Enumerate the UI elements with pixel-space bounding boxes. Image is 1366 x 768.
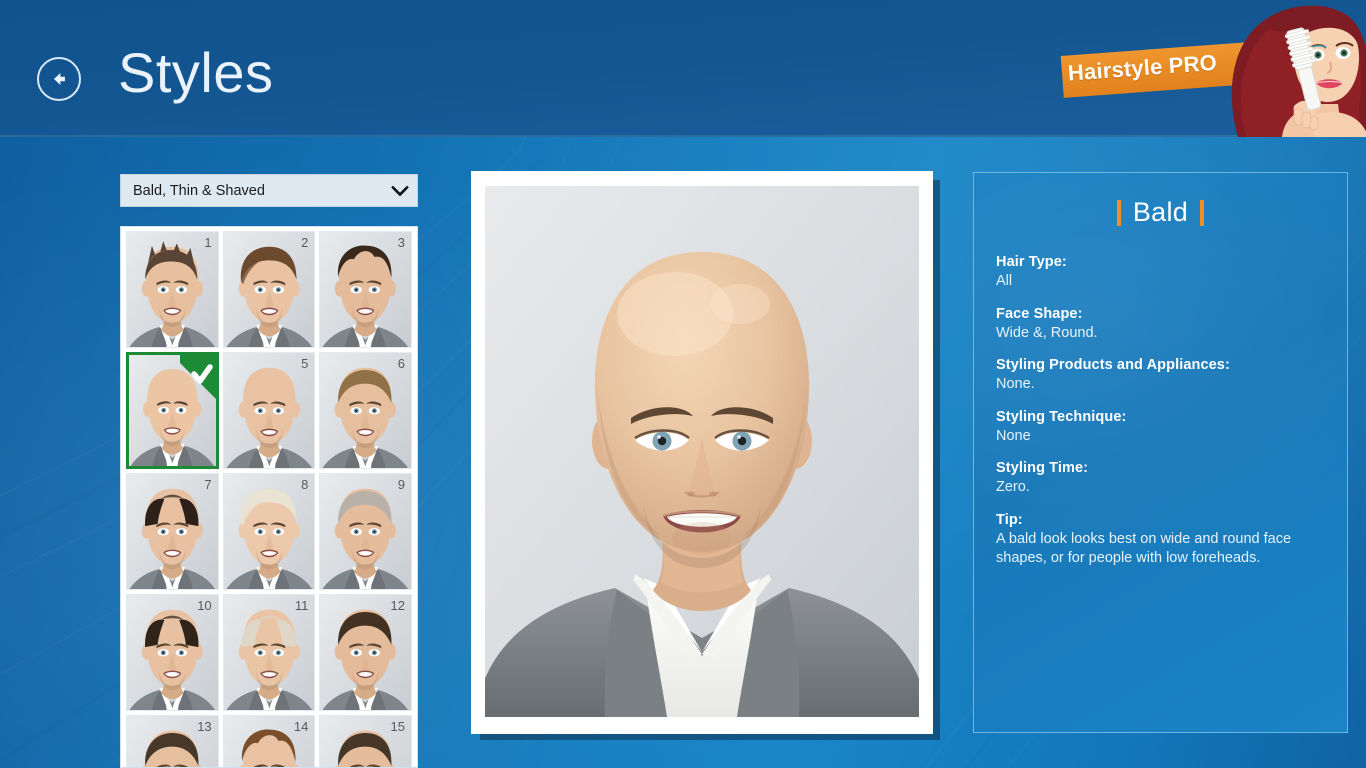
style-thumbnail-12[interactable]: 12 (319, 594, 412, 711)
info-row-value: Zero. (996, 479, 1030, 496)
info-row-label: Hair Type: (996, 254, 1067, 270)
thumbnail-number: 15 (390, 719, 405, 734)
thumbnail-number: 6 (397, 356, 405, 371)
style-thumbnail-15[interactable]: 15 (319, 715, 412, 767)
thumbnail-number: 11 (294, 598, 309, 613)
back-arrow-icon (53, 73, 65, 85)
title-bar-left-icon (1116, 199, 1121, 226)
preview-photo-frame[interactable] (471, 171, 933, 734)
style-thumbnail-11[interactable]: 11 (222, 594, 316, 711)
thumbnail-number: 13 (197, 719, 212, 734)
info-row: Tip: A bald look looks best on wide and r… (996, 512, 1325, 569)
thumbnail-number: 12 (390, 598, 405, 613)
info-row-label: Face Shape: (996, 305, 1083, 322)
info-row: Styling Time: Zero. (996, 460, 1325, 498)
style-thumbnail-13[interactable]: 13 (126, 715, 219, 767)
back-button[interactable] (37, 57, 81, 101)
thumbnail-number: 9 (397, 477, 405, 492)
style-info-panel: Bald Hair Type: All Face Shape: Wide &, Rou… (973, 172, 1348, 733)
info-row: Face Shape: Wide &, Round. (996, 306, 1325, 344)
info-row-value: All (996, 273, 1013, 289)
thumbnail-number: 2 (301, 235, 309, 250)
info-row-value: Wide &, Round. (996, 324, 1098, 341)
thumbnail-number: 1 (204, 235, 212, 250)
app-header: Styles Hairstyle PRO (0, 0, 1366, 137)
style-thumbnail-3[interactable]: 3 (319, 231, 412, 348)
style-thumbnail-7[interactable]: 7 (126, 473, 219, 590)
thumbnail-number: 14 (293, 719, 309, 734)
info-row-value: None. (996, 376, 1035, 393)
thumbnail-number: 5 (301, 356, 309, 371)
info-row-value: None (996, 427, 1031, 444)
style-info-title: Bald (996, 197, 1325, 228)
style-thumbnail-4[interactable]: 4 (126, 352, 219, 469)
thumbnail-number: 8 (301, 477, 309, 492)
info-row-label: Styling Time: (996, 460, 1089, 477)
style-info-rows: Hair Type: All Face Shape: Wide &, Round. St… (996, 254, 1325, 569)
info-row: Styling Products and Appliances: None. (996, 357, 1325, 395)
style-thumbnail-10[interactable]: 10 (126, 594, 219, 711)
style-thumbnail-grid: 123456789101112131415 (126, 231, 412, 767)
page-title: Styles (118, 41, 274, 104)
style-thumbnail-5[interactable]: 5 (222, 352, 316, 469)
category-dropdown-label: Bald, Thin & Shaved (133, 182, 265, 199)
style-info-title-text: Bald (1132, 197, 1189, 227)
title-bar-right-icon (1200, 199, 1205, 226)
style-thumbnail-panel[interactable]: 123456789101112131415 (120, 226, 418, 768)
thumbnail-number: 3 (397, 235, 405, 250)
category-dropdown[interactable]: Bald, Thin & Shaved (120, 174, 418, 207)
info-row: Styling Technique: None (996, 409, 1325, 447)
selected-check-icon (179, 355, 216, 403)
info-row-label: Styling Products and Appliances: (996, 357, 1230, 374)
style-thumbnail-2[interactable]: 2 (222, 231, 316, 348)
info-row-label: Styling Technique: (996, 408, 1127, 425)
app-logo: Hairstyle PRO (1046, 0, 1366, 137)
thumbnail-number: 10 (197, 598, 212, 613)
info-row-label: Tip: (996, 511, 1023, 528)
style-thumbnail-14[interactable]: 14 (222, 715, 316, 767)
thumbnail-number: 7 (204, 477, 212, 492)
style-thumbnail-6[interactable]: 6 (319, 352, 412, 469)
info-row-value: A bald look looks best on wide and round… (996, 530, 1292, 567)
style-thumbnail-8[interactable]: 8 (222, 473, 316, 590)
info-row: Hair Type: All (996, 254, 1325, 292)
style-thumbnail-1[interactable]: 1 (126, 231, 219, 348)
preview-photo (485, 186, 919, 717)
style-thumbnail-9[interactable]: 9 (319, 473, 412, 590)
chevron-down-icon (383, 185, 417, 197)
